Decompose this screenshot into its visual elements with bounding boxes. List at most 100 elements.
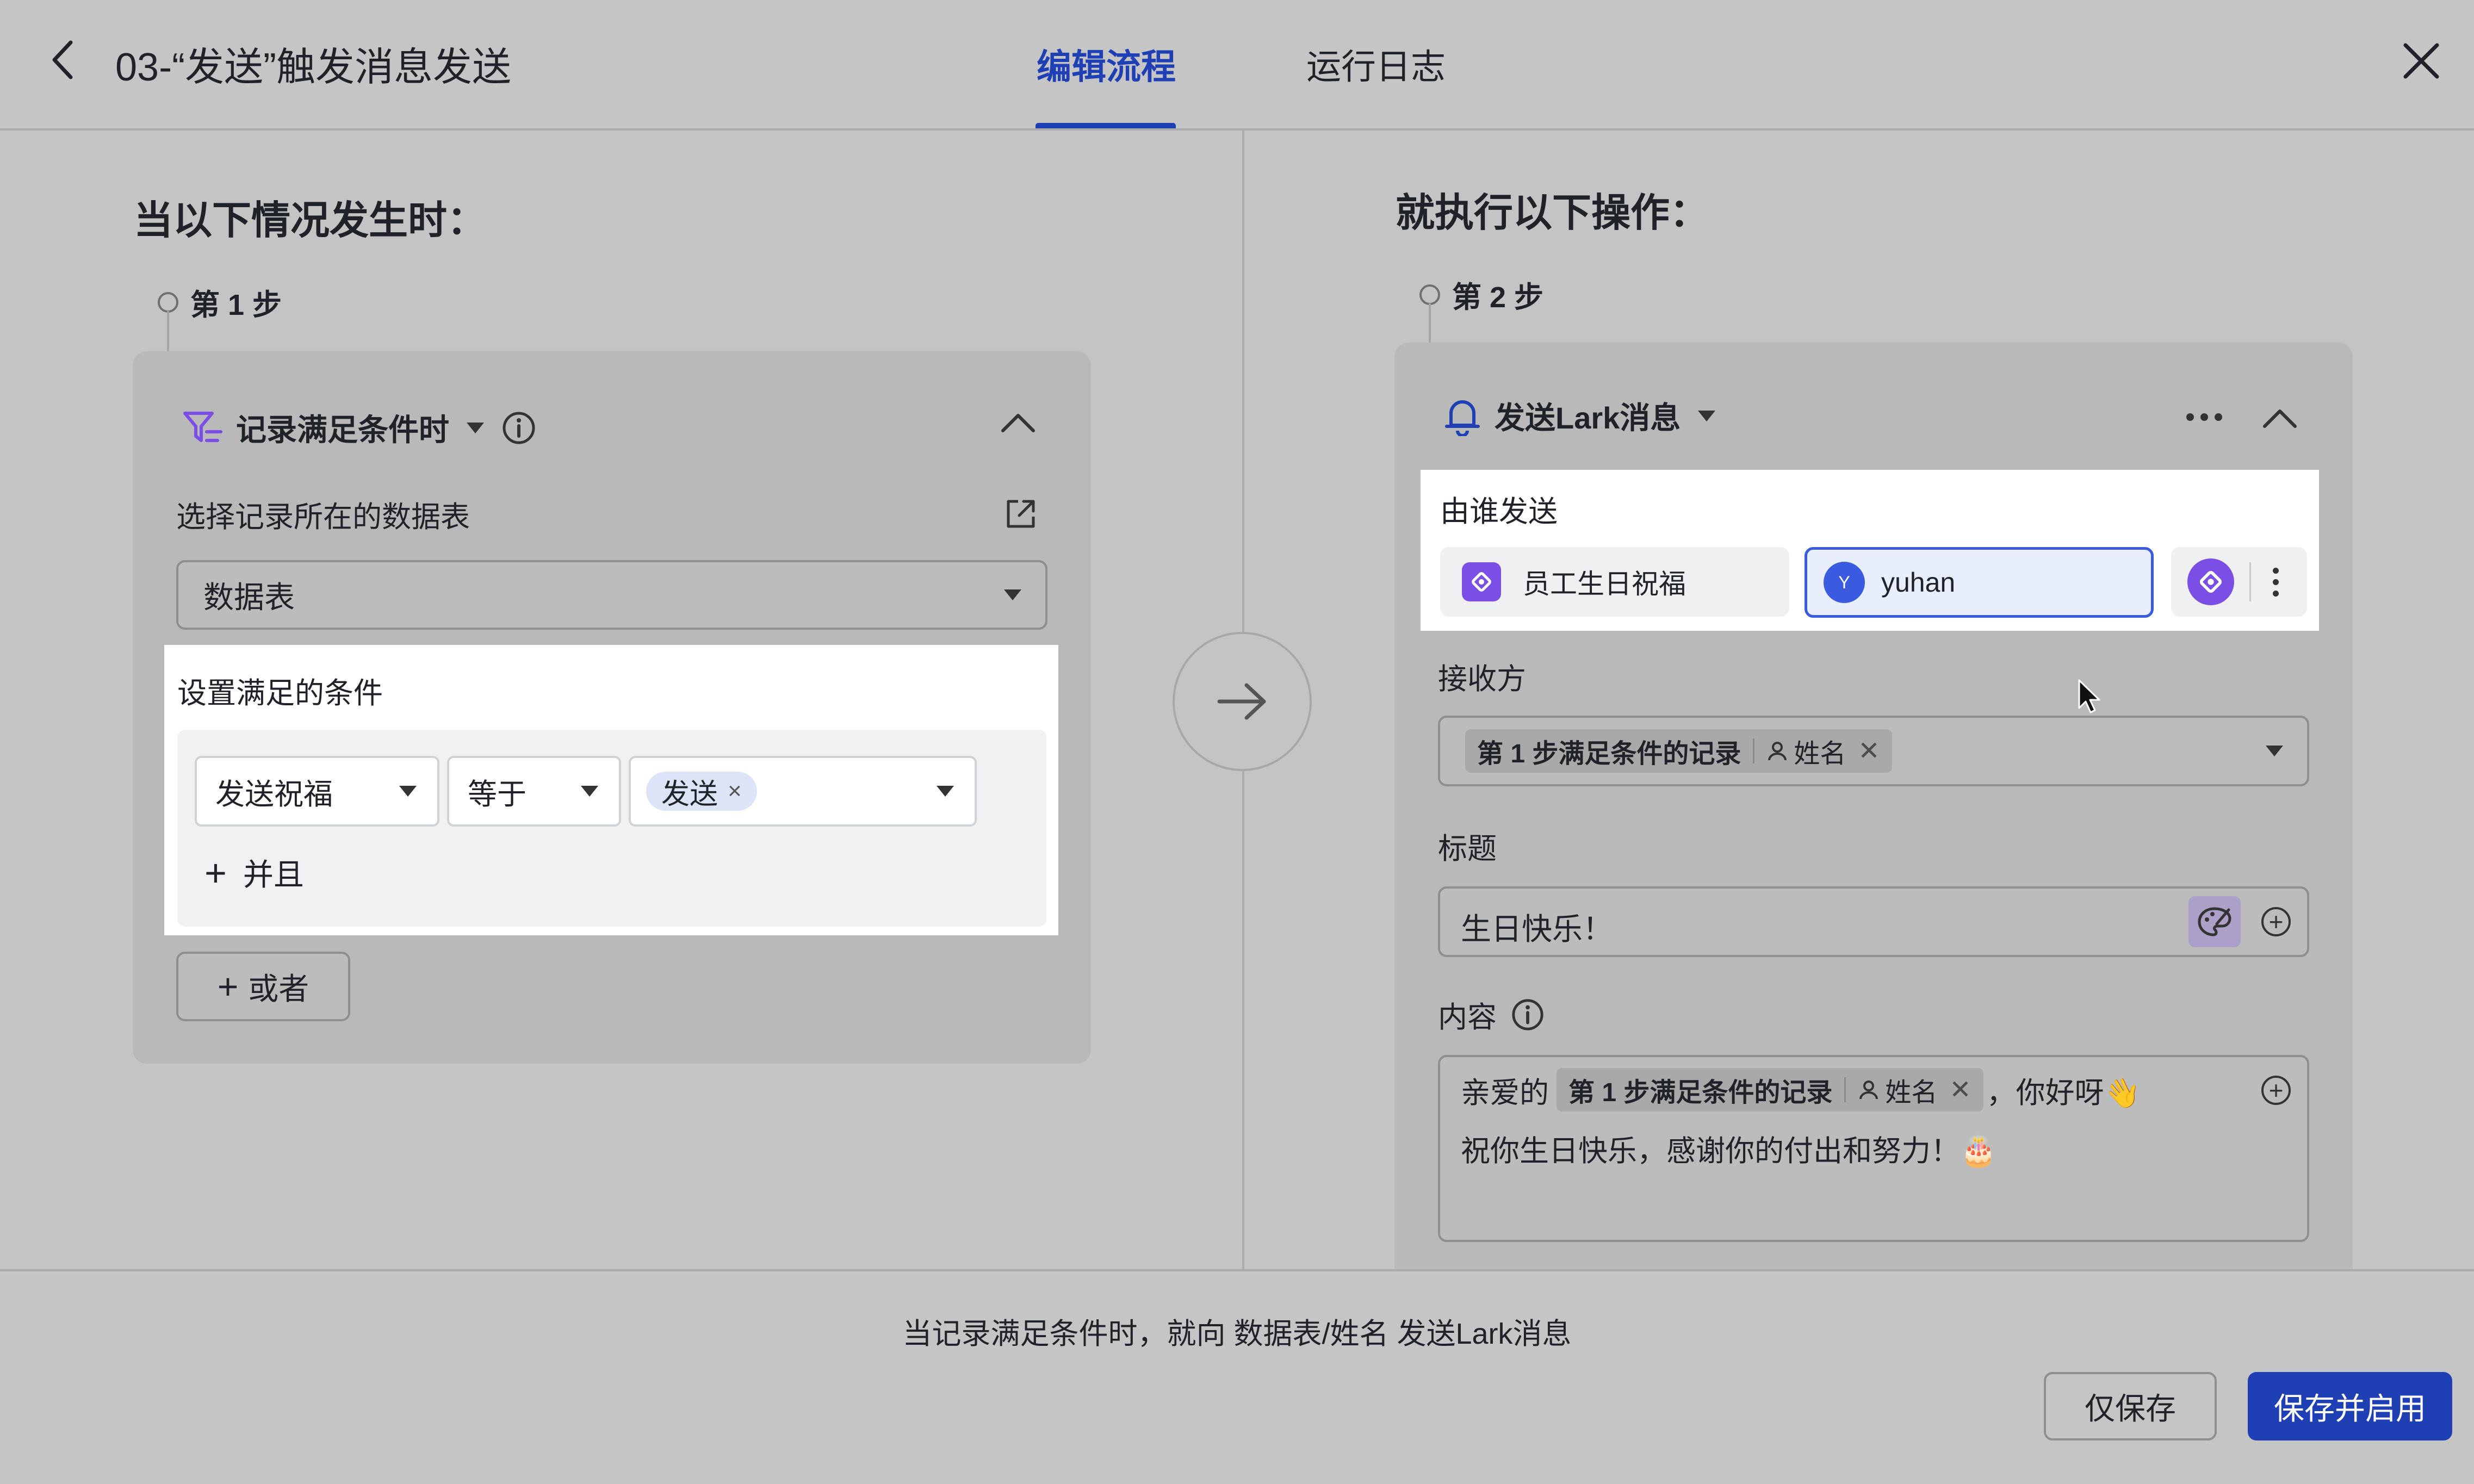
caret-down-icon bbox=[1004, 589, 1021, 600]
table-select[interactable]: 数据表 bbox=[176, 560, 1047, 630]
remove-chip-icon[interactable]: ✕ bbox=[1858, 736, 1880, 766]
conditions-label: 设置满足的条件 bbox=[177, 677, 383, 710]
collapse-chevron-icon[interactable] bbox=[2262, 407, 2297, 429]
caret-down-icon[interactable] bbox=[467, 422, 484, 433]
more-options-icon[interactable] bbox=[2186, 413, 2222, 421]
filter-icon bbox=[183, 411, 222, 442]
top-bar: 03-“发送”触发消息发送 编辑流程 运行日志 bbox=[0, 0, 2474, 131]
sender-user-name: yuhan bbox=[1881, 567, 1956, 598]
close-button[interactable] bbox=[2398, 38, 2444, 84]
trigger-card-header[interactable]: 记录满足条件时 bbox=[183, 406, 536, 450]
app-logo-icon bbox=[2187, 558, 2234, 605]
sender-bot-name: 员工生日祝福 bbox=[1523, 569, 1686, 599]
content-line-1: 亲爱的 第 1 步满足条件的记录 姓名 ✕ ，你好呀👋 bbox=[1461, 1068, 2141, 1112]
action-heading: 就执行以下操作： bbox=[1396, 191, 1709, 235]
recipient-chip-field: 姓名 bbox=[1794, 740, 1846, 768]
caret-down-icon bbox=[581, 786, 598, 797]
subject-value: 生日快乐！ bbox=[1461, 912, 1613, 946]
info-icon[interactable] bbox=[1511, 998, 1545, 1032]
trigger-heading: 当以下情况发生时： bbox=[134, 199, 487, 243]
recipient-select[interactable]: 第 1 步满足条件的记录 姓名 ✕ bbox=[1438, 716, 2309, 786]
step-circle-icon bbox=[1419, 284, 1440, 305]
open-external-icon[interactable] bbox=[1004, 497, 1038, 531]
save-only-button[interactable]: 仅保存 bbox=[2044, 1372, 2217, 1440]
action-card-header[interactable]: 发送Lark消息 bbox=[1444, 394, 1716, 438]
active-tab-indicator bbox=[1036, 123, 1176, 128]
remove-chip-icon[interactable]: × bbox=[728, 778, 742, 805]
subject-input[interactable]: 生日快乐！ + bbox=[1438, 886, 2309, 957]
vertical-more-icon[interactable] bbox=[2273, 567, 2279, 597]
conditions-highlight: 设置满足的条件 发送祝福 等于 发送 × + 并且 bbox=[164, 645, 1058, 935]
step-2-text: 第 2 步 bbox=[1452, 281, 1544, 314]
table-select-value: 数据表 bbox=[203, 580, 295, 614]
content-input[interactable]: 亲爱的 第 1 步满足条件的记录 姓名 ✕ ，你好呀👋 祝你生日快乐，感谢你的付… bbox=[1438, 1055, 2309, 1242]
add-or-condition-button[interactable]: + 或者 bbox=[176, 952, 350, 1021]
close-icon bbox=[2403, 43, 2439, 79]
flow-summary: 当记录满足条件时，就向 数据表/姓名 发送Lark消息 bbox=[902, 1318, 1572, 1350]
plus-icon: + bbox=[217, 966, 239, 1007]
caret-down-icon bbox=[937, 786, 954, 797]
plus-icon: + bbox=[204, 851, 227, 894]
recipient-label: 接收方 bbox=[1438, 663, 1526, 696]
sender-highlight: 由谁发送 员工生日祝福 Y yuhan bbox=[1421, 470, 2319, 631]
step-1-text: 第 1 步 bbox=[190, 289, 282, 321]
content-chip-field: 姓名 bbox=[1885, 1078, 1938, 1107]
chip-separator bbox=[1753, 738, 1755, 763]
remove-chip-icon[interactable]: ✕ bbox=[1949, 1075, 1971, 1105]
sender-bot-option[interactable]: 员工生日祝福 bbox=[1440, 547, 1789, 617]
app-logo-icon bbox=[1462, 562, 1501, 601]
info-icon[interactable] bbox=[501, 411, 536, 445]
content-chip-record: 第 1 步满足条件的记录 bbox=[1568, 1078, 1833, 1107]
style-button[interactable] bbox=[2188, 896, 2241, 947]
add-variable-icon[interactable]: + bbox=[2261, 907, 2291, 936]
sender-user-option[interactable]: Y yuhan bbox=[1805, 547, 2154, 618]
back-button[interactable] bbox=[45, 37, 79, 83]
add-variable-icon[interactable]: + bbox=[2261, 1076, 2291, 1105]
condition-field-value: 发送祝福 bbox=[215, 778, 333, 811]
chip-separator bbox=[1844, 1077, 1846, 1102]
collapse-chevron-icon[interactable] bbox=[1001, 411, 1036, 433]
person-icon bbox=[1859, 1081, 1878, 1100]
recipient-chip[interactable]: 第 1 步满足条件的记录 姓名 ✕ bbox=[1465, 729, 1892, 773]
palette-icon bbox=[2198, 907, 2231, 936]
add-and-label: 并且 bbox=[243, 858, 304, 892]
flow-arrow bbox=[1173, 632, 1312, 771]
sender-label: 由谁发送 bbox=[1440, 495, 1558, 528]
avatar: Y bbox=[1824, 562, 1865, 603]
step-1-label: 第 1 步 bbox=[158, 281, 282, 324]
condition-value-chip[interactable]: 发送 × bbox=[646, 772, 757, 811]
add-or-label: 或者 bbox=[248, 971, 309, 1006]
separator bbox=[2249, 562, 2251, 601]
caret-down-icon[interactable] bbox=[1698, 410, 1716, 421]
add-and-condition-button[interactable]: + 并且 bbox=[204, 850, 304, 895]
subject-label: 标题 bbox=[1438, 833, 1497, 865]
condition-field-select[interactable]: 发送祝福 bbox=[195, 756, 439, 827]
chevron-left-icon bbox=[52, 40, 73, 79]
condition-value-select[interactable]: 发送 × bbox=[629, 756, 977, 827]
content-chip[interactable]: 第 1 步满足条件的记录 姓名 ✕ bbox=[1557, 1068, 1983, 1112]
page-title: 03-“发送”触发消息发送 bbox=[115, 46, 512, 89]
content-prefix: 亲爱的 bbox=[1461, 1076, 1549, 1109]
condition-operator-value: 等于 bbox=[468, 778, 526, 811]
mouse-cursor-icon bbox=[2078, 679, 2100, 713]
caret-down-icon bbox=[399, 786, 417, 797]
sender-app-option[interactable] bbox=[2171, 547, 2307, 617]
content-line-2: 祝你生日快乐，感谢你的付出和努力！🎂 bbox=[1461, 1135, 1997, 1168]
tab-edit-flow[interactable]: 编辑流程 bbox=[1037, 39, 1176, 89]
person-icon bbox=[1768, 742, 1787, 761]
caret-down-icon bbox=[2266, 746, 2283, 756]
arrow-right-icon bbox=[1217, 683, 1266, 720]
step-connector bbox=[1429, 303, 1431, 343]
tab-run-log[interactable]: 运行日志 bbox=[1306, 39, 1446, 89]
recipient-chip-record: 第 1 步满足条件的记录 bbox=[1477, 740, 1741, 768]
step-2-label: 第 2 步 bbox=[1419, 273, 1543, 316]
content-label-row: 内容 bbox=[1438, 993, 1545, 1036]
condition-operator-select[interactable]: 等于 bbox=[447, 756, 621, 827]
save-and-enable-button[interactable]: 保存并启用 bbox=[2248, 1372, 2452, 1440]
step-circle-icon bbox=[158, 291, 178, 313]
condition-value-chip-label: 发送 bbox=[661, 778, 718, 810]
trigger-title: 记录满足条件时 bbox=[236, 413, 449, 447]
bell-icon bbox=[1445, 400, 1480, 436]
condition-group: 发送祝福 等于 发送 × + 并且 bbox=[177, 730, 1046, 927]
content-label: 内容 bbox=[1438, 1001, 1497, 1034]
